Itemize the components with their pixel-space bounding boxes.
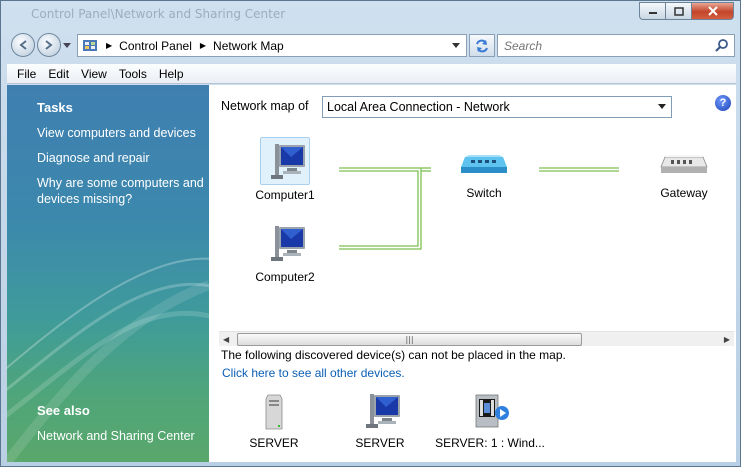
computer-icon bbox=[366, 394, 400, 428]
tasks-heading: Tasks bbox=[37, 100, 73, 115]
address-bar[interactable]: ▶ Control Panel ▶ Network Map bbox=[77, 34, 467, 57]
maximize-button[interactable] bbox=[665, 2, 691, 20]
switch-node[interactable]: Switch bbox=[449, 145, 519, 200]
device-server-media[interactable]: SERVER: 1 : Wind... bbox=[435, 391, 545, 450]
address-dropdown-icon[interactable] bbox=[452, 43, 460, 49]
menu-bar: File Edit View Tools Help bbox=[7, 64, 736, 84]
media-device-icon bbox=[475, 394, 509, 428]
server-icon bbox=[265, 394, 283, 430]
window-title: Control Panel\Network and Sharing Center bbox=[31, 7, 286, 21]
device-server-2[interactable]: SERVER bbox=[345, 391, 415, 450]
menu-view[interactable]: View bbox=[75, 67, 113, 81]
back-button[interactable] bbox=[11, 33, 35, 57]
close-button[interactable] bbox=[691, 2, 734, 20]
search-input[interactable] bbox=[498, 35, 698, 56]
menu-help[interactable]: Help bbox=[153, 67, 190, 81]
control-panel-icon bbox=[83, 39, 97, 51]
recent-pages-dropdown-icon[interactable] bbox=[63, 43, 71, 49]
search-icon[interactable] bbox=[715, 39, 729, 53]
chevron-down-icon bbox=[658, 104, 666, 109]
scrollbar-thumb[interactable]: ||| bbox=[237, 333, 582, 346]
scroll-left-icon[interactable]: ◀ bbox=[223, 335, 229, 344]
gateway-icon bbox=[660, 155, 708, 173]
arrow-left-icon bbox=[19, 40, 27, 50]
missing-devices-link[interactable]: Why are some computers and devices missi… bbox=[37, 175, 207, 207]
unplaced-devices: SERVER SERVER SERVER: 1 : Wind... bbox=[209, 387, 736, 462]
breadcrumb-separator-icon[interactable]: ▶ bbox=[106, 41, 112, 50]
undiscovered-devices-text: The following discovered device(s) can n… bbox=[221, 348, 566, 362]
navigation-bar: ▶ Control Panel ▶ Network Map bbox=[7, 31, 736, 59]
close-icon bbox=[707, 6, 718, 16]
horizontal-scrollbar[interactable]: ◀ ||| ▶ bbox=[219, 331, 734, 346]
refresh-icon bbox=[476, 39, 488, 52]
computer2-label: Computer2 bbox=[255, 270, 315, 284]
network-select-value: Local Area Connection - Network bbox=[327, 100, 510, 114]
computer2-node[interactable]: Computer2 bbox=[249, 221, 321, 284]
see-all-devices-link[interactable]: Click here to see all other devices. bbox=[222, 366, 405, 380]
minimize-button[interactable] bbox=[639, 2, 665, 20]
forward-button[interactable] bbox=[37, 33, 61, 57]
title-bar[interactable]: Control Panel\Network and Sharing Center bbox=[1, 1, 740, 27]
device-server-1[interactable]: SERVER bbox=[239, 391, 309, 450]
breadcrumb-network-map[interactable]: Network Map bbox=[213, 39, 284, 53]
scroll-right-icon[interactable]: ▶ bbox=[724, 335, 730, 344]
task-pane: Tasks View computers and devices Diagnos… bbox=[7, 85, 209, 462]
menu-tools[interactable]: Tools bbox=[113, 67, 153, 81]
network-map: Computer1 Computer2 Switch Gateway bbox=[209, 125, 736, 335]
computer-icon bbox=[271, 144, 305, 179]
window: Control Panel\Network and Sharing Center bbox=[0, 0, 741, 467]
see-also-heading: See also bbox=[37, 403, 90, 418]
search-box[interactable] bbox=[497, 34, 735, 57]
switch-label: Switch bbox=[466, 186, 502, 200]
computer-icon bbox=[271, 226, 305, 261]
refresh-button[interactable] bbox=[469, 34, 495, 57]
window-controls bbox=[639, 2, 734, 20]
main-content: Network map of Local Area Connection - N… bbox=[209, 85, 736, 462]
network-map-label: Network map of bbox=[221, 99, 309, 113]
arrow-right-icon bbox=[45, 40, 53, 50]
computer1-node[interactable]: Computer1 bbox=[249, 139, 321, 202]
device-server-1-label: SERVER bbox=[249, 436, 299, 450]
computer1-label: Computer1 bbox=[255, 188, 315, 202]
minimize-icon bbox=[648, 12, 657, 14]
switch-icon bbox=[461, 155, 507, 173]
help-icon[interactable]: ? bbox=[715, 95, 731, 111]
device-server-2-label: SERVER bbox=[355, 436, 405, 450]
network-sharing-center-link[interactable]: Network and Sharing Center bbox=[37, 428, 207, 444]
gateway-label: Gateway bbox=[660, 186, 708, 200]
menu-edit[interactable]: Edit bbox=[42, 67, 75, 81]
device-server-media-label: SERVER: 1 : Wind... bbox=[435, 436, 545, 450]
menu-file[interactable]: File bbox=[7, 67, 42, 81]
gateway-node[interactable]: Gateway bbox=[649, 145, 719, 200]
breadcrumb-control-panel[interactable]: Control Panel bbox=[119, 39, 192, 53]
view-computers-link[interactable]: View computers and devices bbox=[37, 125, 207, 141]
maximize-icon bbox=[673, 6, 684, 16]
diagnose-repair-link[interactable]: Diagnose and repair bbox=[37, 150, 207, 166]
network-select[interactable]: Local Area Connection - Network bbox=[322, 96, 672, 118]
breadcrumb-separator-icon[interactable]: ▶ bbox=[200, 41, 206, 50]
